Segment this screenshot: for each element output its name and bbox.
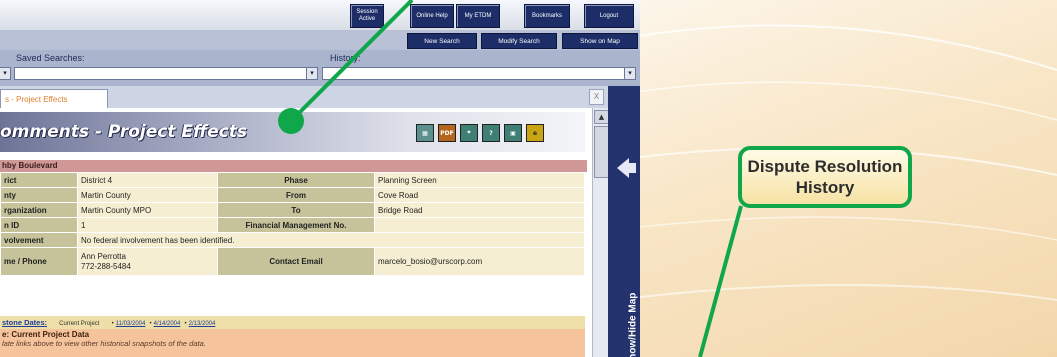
table-row: me / Phone Ann Perrotta 772-288-5484 Con… bbox=[0, 247, 585, 276]
comments-panel: omments - Project Effects ▦ PDF ⌖ ? ▣ e … bbox=[0, 108, 592, 357]
row-value: District 4 bbox=[77, 172, 218, 188]
online-help-button[interactable]: Online Help bbox=[410, 4, 454, 28]
row-value: Martin County MPO bbox=[77, 202, 218, 218]
my-etdm-icon[interactable]: e bbox=[526, 124, 544, 142]
show-on-map-button[interactable]: Show on Map bbox=[562, 33, 638, 49]
session-active-button[interactable]: Session Active bbox=[350, 4, 384, 28]
table-row: nty Martin County From Cove Road bbox=[0, 187, 585, 203]
table-row: rganization Martin County MPO To Bridge … bbox=[0, 202, 585, 218]
map-icon[interactable]: ⌖ bbox=[460, 124, 478, 142]
top-toolbar: Session Active Online Help My ETDM Bookm… bbox=[0, 0, 640, 31]
contact-email: marcelo_bosio@urscorp.com bbox=[374, 247, 585, 276]
close-icon[interactable]: X bbox=[589, 89, 604, 105]
row-label: nty bbox=[0, 187, 78, 203]
report-icon[interactable]: ▣ bbox=[504, 124, 522, 142]
row-value: Bridge Road bbox=[374, 202, 585, 218]
row-label: Contact Email bbox=[217, 247, 375, 276]
row-value: No federal involvement has been identifi… bbox=[77, 232, 585, 248]
panel-title: omments - Project Effects bbox=[0, 122, 247, 142]
row-value: Ann Perrotta 772-288-5484 bbox=[77, 247, 218, 276]
tab-row: s - Project Effects X bbox=[0, 86, 608, 109]
row-value: Planning Screen bbox=[374, 172, 585, 188]
note-title: e: Current Project Data bbox=[2, 330, 90, 339]
milestone-label[interactable]: stone Dates: bbox=[0, 318, 47, 327]
chevron-down-icon: ▾ bbox=[624, 68, 635, 79]
arrow-left-icon-tail bbox=[628, 163, 636, 173]
modify-search-button[interactable]: Modify Search bbox=[481, 33, 557, 49]
row-label: From bbox=[217, 187, 375, 203]
new-search-button[interactable]: New Search bbox=[407, 33, 477, 49]
table-row: rict District 4 Phase Planning Screen bbox=[0, 172, 585, 188]
logout-button[interactable]: Logout bbox=[584, 4, 634, 28]
saved-searches-label: Saved Searches: bbox=[16, 53, 85, 63]
row-label: rict bbox=[0, 172, 78, 188]
help-icon[interactable]: ? bbox=[482, 124, 500, 142]
current-data-note: e: Current Project Data late links above… bbox=[0, 329, 585, 357]
current-project-label: Current Project bbox=[59, 321, 100, 327]
project-name: hby Boulevard bbox=[0, 160, 587, 172]
row-value bbox=[374, 217, 585, 233]
chevron-down-icon: ▾ bbox=[0, 68, 10, 79]
scroll-thumb[interactable] bbox=[594, 126, 609, 178]
callout-text: Dispute Resolution History bbox=[747, 157, 903, 197]
milestone-date-link[interactable]: 4/14/2004 bbox=[154, 321, 181, 327]
show-hide-map-tab[interactable]: Show/Hide Map bbox=[608, 86, 640, 357]
search-bar: Saved Searches: History: ▾ ▾ ▾ bbox=[0, 50, 640, 87]
row-label: Phase bbox=[217, 172, 375, 188]
row-label: me / Phone bbox=[0, 247, 78, 276]
dispute-resolution-callout: Dispute Resolution History bbox=[738, 146, 912, 208]
chevron-down-icon: ▾ bbox=[306, 68, 317, 79]
note-subtitle: late links above to view other historica… bbox=[2, 339, 206, 348]
search-actions-bar: New Search Modify Search Show on Map bbox=[0, 30, 640, 50]
first-select[interactable]: ▾ bbox=[0, 67, 11, 80]
saved-searches-select[interactable]: ▾ bbox=[14, 67, 318, 80]
row-value: Martin County bbox=[77, 187, 218, 203]
grid-icon[interactable]: ▦ bbox=[416, 124, 434, 142]
pdf-icon[interactable]: PDF bbox=[438, 124, 456, 142]
row-label: volvement bbox=[0, 232, 78, 248]
row-label: rganization bbox=[0, 202, 78, 218]
table-row: n ID 1 Financial Management No. bbox=[0, 217, 585, 233]
vertical-scrollbar[interactable]: ▲ bbox=[592, 108, 609, 357]
tab-project-effects[interactable]: s - Project Effects bbox=[0, 89, 108, 108]
row-value: Cove Road bbox=[374, 187, 585, 203]
milestone-dates: stone Dates: Current Project • 11/03/200… bbox=[0, 316, 585, 329]
show-hide-map-label: Show/Hide Map bbox=[627, 292, 639, 357]
project-details-table: rict District 4 Phase Planning Screen nt… bbox=[0, 172, 585, 276]
milestone-date-link[interactable]: 2/13/2004 bbox=[189, 321, 216, 327]
my-etdm-button[interactable]: My ETDM bbox=[456, 4, 500, 28]
history-select[interactable]: ▾ bbox=[322, 67, 636, 80]
app-window: Session Active Online Help My ETDM Bookm… bbox=[0, 0, 640, 357]
bookmarks-button[interactable]: Bookmarks bbox=[524, 4, 570, 28]
row-value: 1 bbox=[77, 217, 218, 233]
history-label: History: bbox=[330, 53, 361, 63]
report-icons: ▦ PDF ⌖ ? ▣ e bbox=[416, 124, 544, 142]
table-row: volvement No federal involvement has bee… bbox=[0, 232, 585, 248]
panel-title-bar: omments - Project Effects ▦ PDF ⌖ ? ▣ e bbox=[0, 112, 585, 152]
milestone-date-link[interactable]: 11/03/2004 bbox=[116, 321, 146, 327]
row-label: n ID bbox=[0, 217, 78, 233]
row-label: Financial Management No. bbox=[217, 217, 375, 233]
row-label: To bbox=[217, 202, 375, 218]
scroll-up-icon[interactable]: ▲ bbox=[594, 110, 609, 124]
